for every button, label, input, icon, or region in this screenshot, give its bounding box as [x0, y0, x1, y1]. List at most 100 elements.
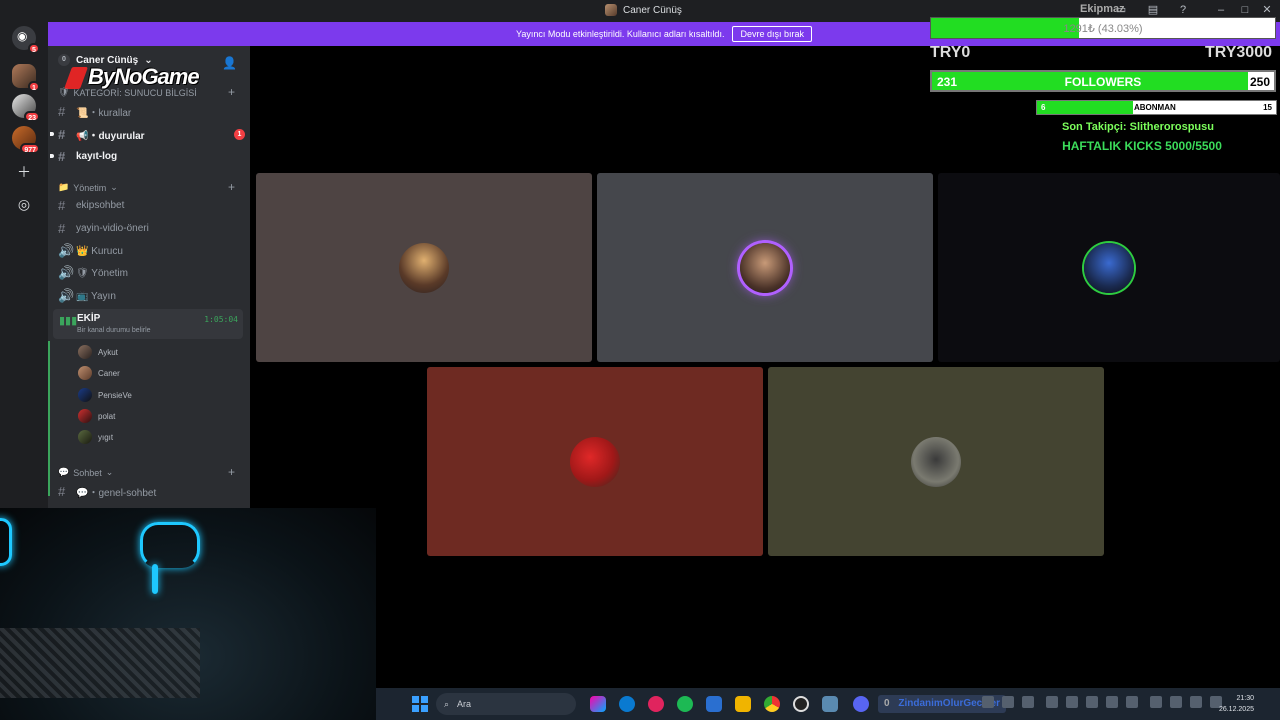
voice-member[interactable]: Aykut	[78, 343, 118, 361]
server-icon-3[interactable]: 977	[12, 126, 40, 154]
avatar	[78, 409, 92, 423]
voice-member[interactable]: PensieVe	[78, 386, 132, 404]
video-tile-4[interactable]	[427, 367, 763, 556]
video-tile-5[interactable]	[768, 367, 1104, 556]
voice-channel-name: EKİP	[77, 313, 101, 324]
disable-streamer-mode-button[interactable]: Devre dışı bırak	[732, 26, 812, 42]
discord-taskbar-icon[interactable]	[853, 696, 869, 712]
window-title: Caner Cünüş	[605, 4, 682, 16]
network-icon[interactable]	[1190, 696, 1202, 708]
invite-people-icon[interactable]: 👤	[222, 56, 237, 70]
voice-channel-yayin[interactable]: 🔊 📺 Yayın	[58, 286, 244, 306]
copilot-icon[interactable]	[590, 696, 606, 712]
banner-text: Yayıncı Modu etkinleştirildi. Kullanıcı …	[516, 29, 725, 39]
avatar	[911, 436, 961, 487]
add-channel-icon[interactable]: +	[228, 180, 235, 194]
hash-icon: #	[58, 483, 66, 499]
server-icon-2[interactable]: 23	[12, 94, 40, 122]
voice-channel-yonetim[interactable]: 🔊 🛡 Yönetim	[58, 263, 244, 283]
goal-max-label: TRY3000	[1205, 44, 1272, 61]
video-tile-1[interactable]	[256, 173, 592, 362]
channel-kayit-log[interactable]: # kayıt-log	[50, 146, 244, 166]
voice-member[interactable]: Caner	[78, 364, 120, 382]
webcam-overlay	[0, 508, 376, 720]
windows-start-icon[interactable]	[412, 696, 428, 712]
add-channel-icon[interactable]: +	[228, 85, 235, 99]
help-icon[interactable]: ?	[1176, 3, 1190, 17]
close-icon[interactable]: ✕	[1260, 3, 1274, 17]
home-badge: 5	[28, 43, 40, 54]
channel-genel-sohbet[interactable]: # 💬・genel-sohbet	[58, 481, 244, 501]
edge-icon[interactable]	[619, 696, 635, 712]
tray-app-icon[interactable]	[1046, 696, 1058, 708]
discover-icon[interactable]: ◎	[12, 192, 36, 216]
chrome-icon[interactable]	[764, 696, 780, 712]
server-icon-caner[interactable]: 1	[12, 64, 40, 92]
add-channel-icon[interactable]: +	[228, 465, 235, 479]
tray-app-icon[interactable]	[1066, 696, 1078, 708]
voice-member[interactable]: yıgıt	[78, 428, 113, 446]
video-tile-3[interactable]	[938, 173, 1280, 362]
discord-home-icon[interactable]: ◉ 5	[12, 26, 40, 54]
voice-channel-kurucu[interactable]: 🔊 👑 Kurucu	[58, 241, 244, 261]
tray-app-icon[interactable]	[1126, 696, 1138, 708]
inbox-icon[interactable]: ▤	[1146, 3, 1160, 17]
taskbar: ⌕ Ara 0 ZindanimOlurGeceler 21:30 26.12.…	[376, 688, 1280, 720]
subscriber-bar: 6 ABONMAN 15	[1036, 100, 1277, 115]
video-tile-2[interactable]	[597, 173, 933, 362]
goal-text: 1291₺ (43.03%)	[1063, 23, 1143, 35]
add-server-icon[interactable]: ＋	[12, 160, 36, 184]
category-sohbet[interactable]: 💬 Sohbet ⌄	[58, 467, 113, 478]
obs-icon[interactable]	[793, 696, 809, 712]
channel-yayin-vidio-oneri[interactable]: # yayin-vidio-öneri	[58, 218, 244, 238]
chevron-down-icon: ⌄	[110, 182, 118, 192]
avatar	[78, 366, 92, 380]
voice-channel-status[interactable]: Bir kanal durumu belirle	[77, 327, 151, 334]
channel-duyurular[interactable]: # 📢・duyurular 1	[50, 124, 245, 144]
avatar	[78, 388, 92, 402]
neon-light	[140, 522, 200, 568]
tray-app-icon[interactable]	[1150, 696, 1162, 708]
search-icon: ⌕	[444, 698, 450, 709]
tray-app-icon[interactable]	[1106, 696, 1118, 708]
store-icon[interactable]	[706, 696, 722, 712]
taskbar-search[interactable]: ⌕ Ara	[436, 693, 576, 715]
chevron-down-icon: ⌄	[105, 467, 114, 477]
neon-light	[152, 564, 158, 594]
subscriber-fill	[1037, 101, 1133, 114]
volume-icon[interactable]	[1002, 696, 1014, 708]
file-explorer-icon[interactable]	[735, 696, 751, 712]
voice-member[interactable]: polat	[78, 407, 115, 425]
speaker-icon: 🔊	[58, 265, 75, 280]
app-icon[interactable]	[822, 696, 838, 712]
avatar-speaking	[740, 242, 790, 293]
voice-active-icon: ▮▮▮	[59, 315, 78, 327]
hash-icon: #	[58, 148, 66, 164]
goal-title: Ekipmaz	[1080, 3, 1125, 15]
voice-channel-ekip[interactable]: ▮▮▮ EKİP Bir kanal durumu belirle 1:05:0…	[53, 309, 243, 339]
clock-time: 21:30	[1236, 695, 1254, 702]
neon-light	[0, 518, 12, 566]
tray-chevron-icon[interactable]	[982, 696, 994, 708]
category-sunucu-bilgisi[interactable]: 🛡 KATEGORİ: SUNUCU BİLGİSİ	[58, 87, 197, 98]
spotify-icon[interactable]	[677, 696, 693, 712]
chat-bubble-icon: 💬	[58, 467, 70, 477]
shield-icon: 🛡	[58, 87, 70, 97]
weekly-kicks: HAFTALIK KICKS 5000/5500	[1062, 139, 1222, 153]
unread-badge: 1	[234, 128, 245, 140]
maximize-icon[interactable]: □	[1238, 3, 1252, 17]
taskbar-clock[interactable]: 21:30 26.12.2025	[1219, 693, 1254, 715]
tray-app-icon[interactable]	[1086, 696, 1098, 708]
tray-app-icon[interactable]	[1022, 696, 1034, 708]
minimize-icon[interactable]: –	[1214, 3, 1228, 17]
hash-icon: #	[58, 103, 66, 119]
channel-ekipsohbet[interactable]: # ekipsohbet	[58, 195, 244, 215]
search-placeholder: Ara	[457, 699, 472, 709]
channel-kurallar[interactable]: # 📜・kurallar	[58, 101, 244, 121]
category-yonetim[interactable]: 📁 Yönetim ⌄	[58, 182, 118, 193]
media-player-icon[interactable]	[648, 696, 664, 712]
voice-connected-line	[48, 341, 50, 496]
subscriber-goal: 15	[1263, 103, 1272, 112]
microphone-icon[interactable]	[1170, 696, 1182, 708]
followers-bar: 231 FOLLOWERS 250	[930, 70, 1276, 92]
